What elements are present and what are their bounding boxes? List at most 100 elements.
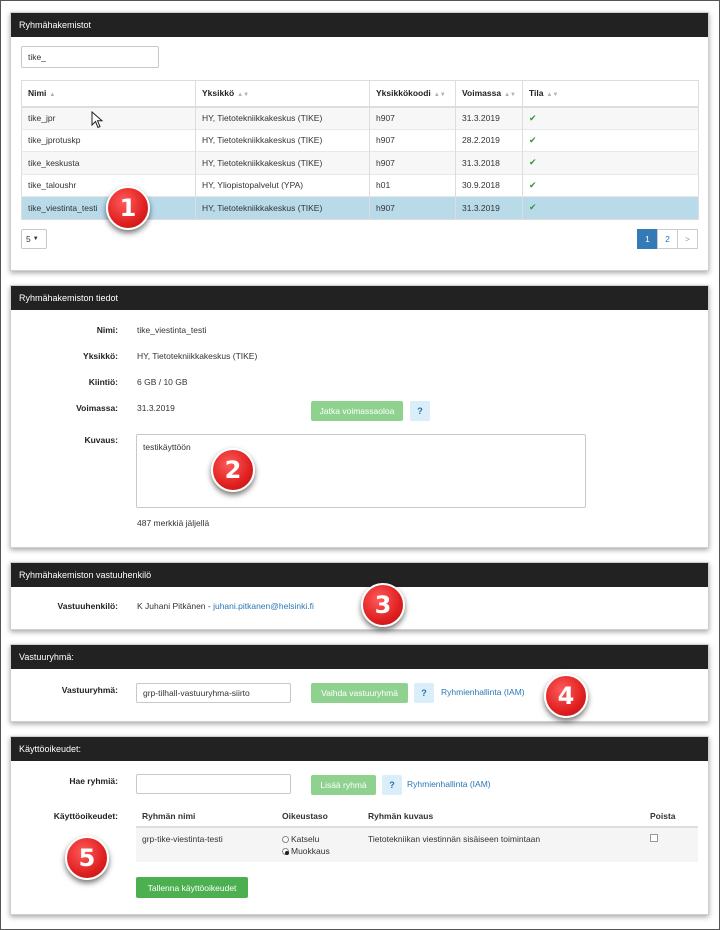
- cell-code: h907: [369, 151, 456, 174]
- valid-value: 31.3.2019: [137, 403, 175, 413]
- responsible-group-panel: Vastuuryhmä: Vastuuryhmä: grp-tilhall-va…: [10, 644, 709, 722]
- cell-code: h907: [369, 106, 456, 129]
- radio-button-on[interactable]: [282, 848, 289, 855]
- panel-title: Vastuuryhmä:: [11, 645, 708, 669]
- panel-title: Ryhmähakemistot: [11, 13, 708, 37]
- cell-unit: HY, Tietotekniikkakeskus (TIKE): [195, 151, 370, 174]
- table-row[interactable]: tike_keskusta HY, Tietotekniikkakeskus (…: [21, 151, 699, 174]
- check-icon: ✔: [529, 112, 537, 123]
- check-icon: ✔: [529, 157, 537, 168]
- cell-status: ✔: [522, 151, 699, 174]
- cell-access-level: Katselu Muokkaus: [276, 827, 362, 862]
- column-header-unit[interactable]: Yksikkö ▲▼: [195, 80, 370, 108]
- badge-5: 5: [65, 836, 109, 880]
- group-management-link[interactable]: Ryhmienhallinta (IAM): [441, 687, 525, 697]
- cell-code: h907: [369, 128, 456, 152]
- check-icon: ✔: [529, 134, 537, 145]
- search-groups-input[interactable]: [136, 774, 291, 794]
- cell-status: ✔: [522, 128, 699, 152]
- cell-status: ✔: [522, 196, 699, 219]
- sort-icon: ▲▼: [504, 92, 516, 99]
- column-header-remove: Poista: [644, 805, 698, 828]
- sort-icon: ▲▼: [433, 92, 446, 99]
- unit-label: Yksikkö:: [83, 351, 118, 361]
- cell-unit: HY, Tietotekniikkakeskus (TIKE): [195, 196, 370, 219]
- group-management-link[interactable]: Ryhmienhallinta (IAM): [407, 779, 491, 789]
- sort-icon: ▲▼: [237, 92, 250, 99]
- email-link[interactable]: juhani.pitkanen@helsinki.fi: [213, 601, 314, 611]
- valid-label: Voimassa:: [76, 403, 118, 413]
- cell-unit: HY, Tietotekniikkakeskus (TIKE): [195, 106, 370, 129]
- unit-value: HY, Tietotekniikkakeskus (TIKE): [137, 351, 258, 361]
- badge-2: 2: [211, 448, 255, 492]
- table-row: grp-tike-viestinta-testi Katselu Muokkau…: [136, 827, 698, 862]
- sort-asc-icon: ▲: [49, 92, 56, 99]
- cell-status: ✔: [522, 106, 699, 129]
- responsible-person-label: Vastuuhenkilö:: [57, 601, 118, 611]
- badge-1: 1: [106, 186, 150, 230]
- column-header-access-level: Oikeustaso: [276, 805, 362, 828]
- radio-button-off[interactable]: [282, 836, 289, 843]
- badge-3: 3: [361, 583, 405, 627]
- column-header-valid[interactable]: Voimassa ▲▼: [455, 80, 523, 108]
- radio-edit[interactable]: Muokkaus: [282, 846, 362, 856]
- column-header-group-name: Ryhmän nimi: [136, 805, 276, 828]
- permissions-panel: Käyttöoikeudet: Hae ryhmiä: Lisää ryhmä …: [10, 736, 709, 915]
- cell-group-description: Tietotekniikan viestinnän sisäiseen toim…: [362, 827, 644, 862]
- next-page-button[interactable]: >: [677, 229, 698, 249]
- cell-unit: HY, Yliopistopalvelut (YPA): [195, 173, 370, 197]
- cell-status: ✔: [522, 173, 699, 197]
- cell-code: h907: [369, 196, 456, 219]
- check-icon: ✔: [529, 202, 537, 213]
- responsible-person-value: K Juhani Pitkänen - juhani.pitkanen@hels…: [137, 601, 314, 611]
- check-icon: ✔: [529, 179, 537, 190]
- column-header-status[interactable]: Tila ▲▼: [522, 80, 699, 108]
- radio-view[interactable]: Katselu: [282, 834, 362, 844]
- cell-code: h01: [369, 173, 456, 197]
- add-group-button[interactable]: Lisää ryhmä: [311, 775, 376, 795]
- cell-group-name: grp-tike-viestinta-testi: [136, 827, 276, 862]
- column-header-name[interactable]: Nimi ▲: [21, 80, 196, 108]
- help-button[interactable]: ?: [414, 683, 434, 703]
- search-groups-label: Hae ryhmiä:: [69, 776, 118, 786]
- quota-label: Kiintiö:: [88, 377, 118, 387]
- remove-checkbox[interactable]: [650, 834, 658, 842]
- chars-left-text: 487 merkkiä jäljellä: [137, 518, 210, 528]
- cell-valid: 30.9.2018: [455, 173, 523, 197]
- page-1-button[interactable]: 1: [637, 229, 658, 249]
- cell-unit: HY, Tietotekniikkakeskus (TIKE): [195, 128, 370, 152]
- change-group-button[interactable]: Vaihda vastuuryhmä: [311, 683, 408, 703]
- save-permissions-button[interactable]: Tallenna käyttöoikeudet: [136, 877, 248, 898]
- table-row[interactable]: tike_jpr HY, Tietotekniikkakeskus (TIKE)…: [21, 106, 699, 129]
- cell-valid: 31.3.2019: [455, 196, 523, 219]
- caret-down-icon: ▼: [32, 236, 39, 242]
- responsible-group-label: Vastuuryhmä:: [61, 685, 118, 695]
- cell-name: tike_taloushr: [21, 173, 196, 197]
- page-size-select[interactable]: 5 ▼: [21, 229, 47, 249]
- mouse-cursor-icon: [91, 111, 104, 129]
- description-textarea[interactable]: testikäyttöön: [136, 434, 586, 508]
- description-label: Kuvaus:: [84, 435, 118, 445]
- name-value: tike_viestinta_testi: [137, 325, 207, 335]
- column-header-group-description: Ryhmän kuvaus: [362, 805, 644, 828]
- panel-title: Ryhmähakemiston tiedot: [11, 286, 708, 310]
- table-row[interactable]: tike_jprotuskp HY, Tietotekniikkakeskus …: [21, 128, 699, 152]
- cell-name: tike_jprotuskp: [21, 128, 196, 152]
- extend-validity-button[interactable]: Jatka voimassaoloa: [311, 401, 403, 421]
- name-label: Nimi:: [96, 325, 118, 335]
- help-button[interactable]: ?: [410, 401, 430, 421]
- directory-details-panel: Ryhmähakemiston tiedot Nimi: tike_viesti…: [10, 285, 709, 548]
- group-directories-panel: Ryhmähakemistot tike_ Nimi ▲ Yksikkö ▲▼ Yk…: [10, 12, 709, 271]
- column-header-code[interactable]: Yksikkökoodi ▲▼: [369, 80, 456, 108]
- page-2-button[interactable]: 2: [657, 229, 678, 249]
- cell-valid: 28.2.2019: [455, 128, 523, 152]
- permissions-label: Käyttöoikeudet:: [53, 811, 118, 821]
- person-name: K Juhani Pitkänen -: [137, 601, 214, 611]
- cell-valid: 31.3.2019: [455, 106, 523, 129]
- badge-4: 4: [544, 674, 588, 718]
- panel-title: Ryhmähakemiston vastuuhenkilö: [11, 563, 708, 587]
- table-header-row: Ryhmän nimi Oikeustaso Ryhmän kuvaus Poi…: [136, 805, 698, 828]
- search-input[interactable]: tike_: [21, 46, 159, 68]
- responsible-group-input[interactable]: grp-tilhall-vastuuryhma-siirto: [136, 683, 291, 703]
- help-button[interactable]: ?: [382, 775, 402, 795]
